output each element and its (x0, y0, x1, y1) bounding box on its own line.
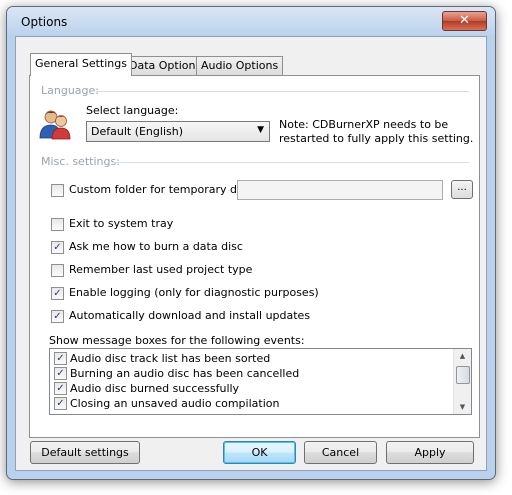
custom-folder-label: Custom folder for temporary data: (69, 183, 259, 196)
title-bar[interactable]: Options ✕ (7, 7, 495, 35)
auto-update-label: Automatically download and install updat… (69, 309, 311, 322)
ok-button[interactable]: OK (223, 441, 296, 464)
scroll-up-icon[interactable]: ▲ (454, 349, 471, 363)
event-checkbox[interactable]: ✓ (54, 352, 67, 365)
users-icon (39, 110, 71, 140)
event-label: Audio disc burned successfully (70, 382, 240, 395)
tab-data-options[interactable]: Data Options (124, 56, 207, 75)
select-language-label: Select language: (86, 104, 179, 117)
language-group-label: Language: (41, 84, 99, 97)
tab-general-settings[interactable]: General Settings (30, 53, 132, 76)
browse-button[interactable]: ... (451, 180, 473, 199)
dialog-body: General Settings Data Options Audio Opti… (15, 36, 487, 471)
event-label: Burning an audio disc has been cancelled (70, 367, 300, 380)
misc-group-label: Misc. settings: (41, 155, 120, 168)
language-select[interactable]: Default (English) ▼ (86, 121, 270, 142)
scroll-down-icon[interactable]: ▼ (454, 400, 471, 414)
event-label: Audio disc track list has been sorted (70, 352, 271, 365)
event-checkbox[interactable]: ✓ (54, 382, 67, 395)
event-label: Closing an unsaved audio compilation (70, 397, 280, 410)
custom-folder-checkbox[interactable] (51, 184, 64, 197)
enable-logging-label: Enable logging (only for diagnostic purp… (69, 286, 319, 299)
event-checkbox[interactable]: ✓ (54, 397, 67, 410)
default-settings-button[interactable]: Default settings (30, 441, 140, 464)
ask-burn-label: Ask me how to burn a data disc (69, 240, 243, 253)
scroll-thumb[interactable] (456, 366, 470, 384)
options-dialog: Options ✕ General Settings Data Options … (6, 6, 496, 480)
misc-group-divider (112, 162, 469, 163)
message-events-list[interactable]: ✓ Audio disc track list has been sorted … (49, 348, 472, 415)
event-checkbox[interactable]: ✓ (54, 367, 67, 380)
exit-to-tray-label: Exit to system tray (69, 217, 174, 230)
general-settings-panel: Language: Select language: Default (Engl… (29, 75, 480, 438)
close-icon: ✕ (459, 13, 470, 28)
ask-burn-checkbox[interactable]: ✓ (51, 241, 64, 254)
window-title: Options (21, 15, 68, 29)
language-group-divider (96, 91, 469, 92)
language-note-line2: restarted to fully apply this setting. (279, 132, 474, 145)
tab-audio-options[interactable]: Audio Options (196, 56, 284, 75)
language-note-line1: Note: CDBurnerXP needs to be (279, 118, 449, 131)
language-select-value: Default (English) (91, 125, 183, 138)
close-button[interactable]: ✕ (442, 11, 487, 31)
list-scrollbar[interactable]: ▲ ▼ (453, 349, 471, 414)
auto-update-checkbox[interactable]: ✓ (51, 310, 64, 323)
cancel-button[interactable]: Cancel (304, 441, 377, 464)
temp-folder-input[interactable] (237, 180, 443, 200)
remember-project-label: Remember last used project type (69, 263, 253, 276)
apply-button[interactable]: Apply (386, 441, 474, 464)
message-boxes-label: Show message boxes for the following eve… (49, 334, 305, 347)
exit-to-tray-checkbox[interactable] (51, 218, 64, 231)
remember-project-checkbox[interactable] (51, 264, 64, 277)
enable-logging-checkbox[interactable]: ✓ (51, 287, 64, 300)
chevron-down-icon: ▼ (257, 125, 264, 135)
